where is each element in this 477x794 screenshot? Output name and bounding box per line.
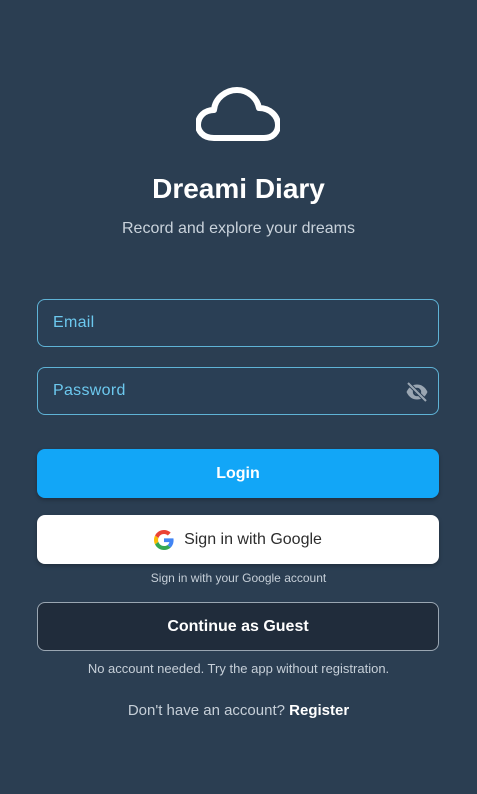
register-link[interactable]: Register xyxy=(289,702,349,719)
app-subtitle: Record and explore your dreams xyxy=(121,220,355,237)
google-icon xyxy=(154,529,174,550)
app-title: Dreami Diary xyxy=(152,173,325,204)
google-signin-button[interactable]: Sign in with Google xyxy=(37,515,439,564)
email-field[interactable] xyxy=(37,299,439,347)
email-input[interactable] xyxy=(53,314,438,332)
cloud-icon xyxy=(196,87,280,141)
password-input[interactable] xyxy=(53,382,390,400)
guest-hint: No account needed. Try the app without r… xyxy=(87,661,390,676)
google-button-label: Sign in with Google xyxy=(184,530,322,548)
eye-off-icon[interactable] xyxy=(404,379,430,405)
login-button[interactable]: Login xyxy=(37,449,439,498)
guest-button[interactable]: Continue as Guest xyxy=(37,602,439,651)
password-field[interactable] xyxy=(37,367,439,415)
login-screen: Dreami Diary Record and explore your dre… xyxy=(0,0,477,794)
register-prompt: Don't have an account? xyxy=(127,702,285,719)
register-row: Don't have an account? Register xyxy=(0,702,477,719)
google-hint: Sign in with your Google account xyxy=(150,571,327,585)
